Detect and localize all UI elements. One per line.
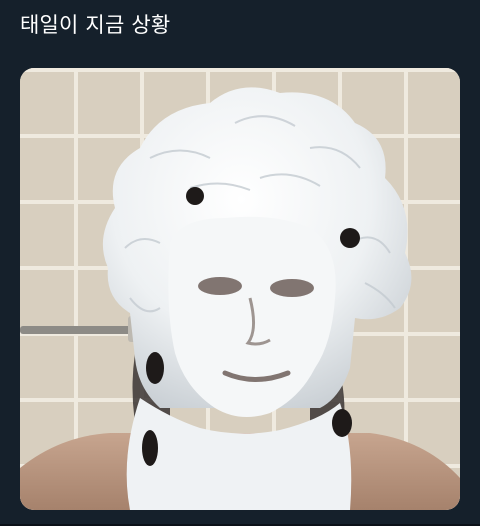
tweet-card: 태일이 지금 상황 [0, 0, 480, 526]
tweet-photo[interactable] [20, 68, 460, 510]
tweet-text: 태일이 지금 상황 [20, 13, 171, 37]
photo-icon [20, 68, 460, 510]
